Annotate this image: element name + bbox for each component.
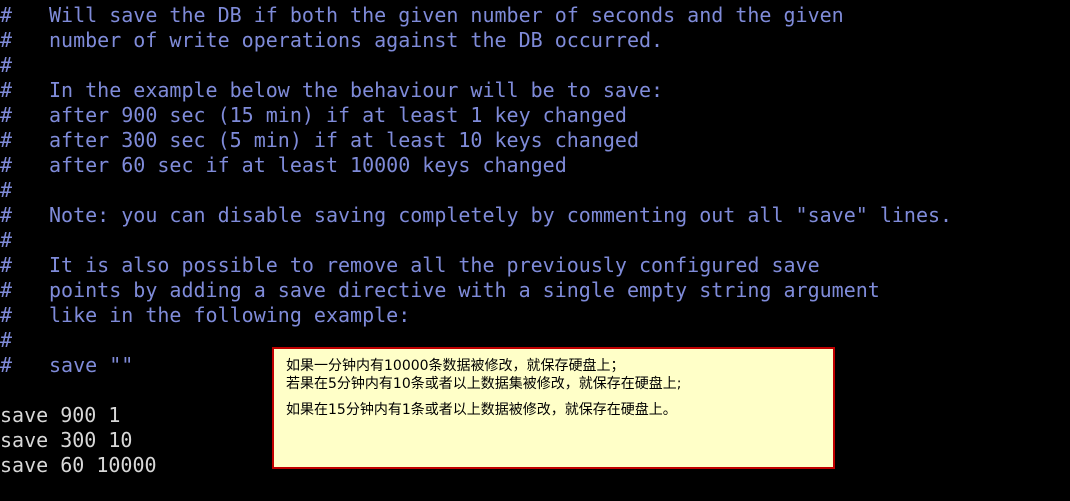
comment-text: save "" — [49, 353, 134, 377]
annotation-note: 如果一分钟内有10000条数据被修改，就保存硬盘上； 若果在5分钟内有10条或者… — [272, 347, 835, 469]
comment-marker: # — [0, 103, 13, 127]
comment-text: In the example below the behaviour will … — [49, 78, 664, 102]
note-line-2: 若果在5分钟内有10条或者以上数据集被修改，就保存在硬盘上; — [286, 376, 682, 392]
comment-text: like in the following example: — [49, 303, 411, 327]
comment-marker: # — [0, 78, 13, 102]
comment-marker: # — [0, 128, 13, 152]
comment-marker: # — [0, 153, 13, 177]
comment-marker: # — [0, 353, 13, 377]
comment-marker: # — [0, 178, 13, 202]
comment-marker: # — [0, 53, 13, 77]
save-directive: save 60 10000 — [0, 453, 157, 477]
comment-marker: # — [0, 228, 13, 252]
save-directive: save 300 10 — [0, 428, 133, 452]
save-directive: save 900 1 — [0, 403, 121, 427]
note-line-1: 如果一分钟内有10000条数据被修改，就保存硬盘上； — [286, 358, 625, 374]
comment-marker: # — [0, 303, 13, 327]
comment-text: after 300 sec (5 min) if at least 10 key… — [49, 128, 640, 152]
comment-text: It is also possible to remove all the pr… — [49, 253, 820, 277]
comment-text: Will save the DB if both the given numbe… — [49, 3, 844, 27]
comment-text: Note: you can disable saving completely … — [49, 203, 953, 227]
comment-text: after 900 sec (15 min) if at least 1 key… — [49, 103, 627, 127]
comment-marker: # — [0, 203, 13, 227]
comment-marker: # — [0, 328, 13, 352]
comment-marker: # — [0, 253, 13, 277]
note-line-3: 如果在15分钟内有1条或者以上数据被修改，就保存在硬盘上。 — [286, 402, 677, 418]
comment-marker: # — [0, 3, 13, 27]
comment-text: points by adding a save directive with a… — [49, 278, 880, 302]
comment-marker: # — [0, 278, 13, 302]
comment-marker: # — [0, 28, 13, 52]
comment-text: after 60 sec if at least 10000 keys chan… — [49, 153, 567, 177]
comment-text: number of write operations against the D… — [49, 28, 664, 52]
